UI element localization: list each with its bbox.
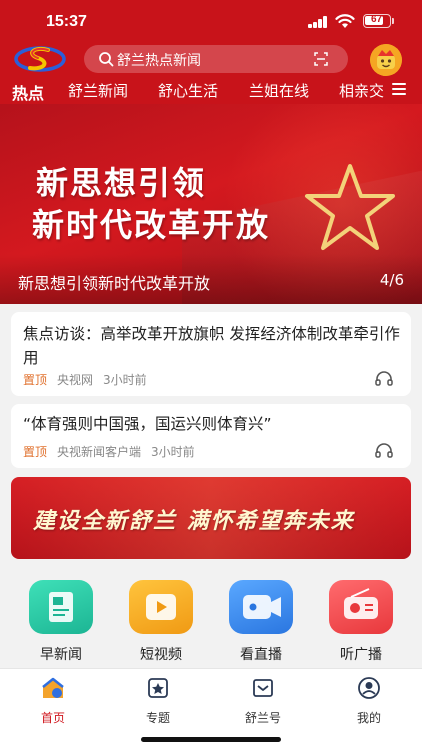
banner-page-indicator: 4/6: [379, 271, 404, 289]
category-tabs: 热点 舒兰新闻 舒心生活 兰姐在线 相亲交: [0, 78, 422, 104]
tab-shuxin-life[interactable]: 舒心生活: [158, 80, 218, 101]
news-source: 央视网: [57, 373, 94, 387]
news-card[interactable]: “体育强则中国强，国运兴则体育兴” 置顶 央视新闻客户端 3小时前: [11, 404, 411, 468]
menu-icon[interactable]: [392, 83, 406, 95]
nav-label: 我的: [356, 711, 381, 725]
nav-label: 首页: [40, 711, 65, 725]
radio-icon: [329, 580, 393, 634]
user-avatar[interactable]: [370, 44, 402, 76]
status-bar: 15:37 67: [0, 0, 422, 42]
battery-level: 67: [370, 14, 383, 25]
header: 15:37 67 舒兰热点新闻 热点 舒兰新闻 舒心生活 兰姐在线 相亲交: [0, 0, 422, 104]
news-source: 央视新闻客户端: [57, 445, 142, 459]
tab-lanjie-online[interactable]: 兰姐在线: [249, 80, 309, 101]
news-time: 3小时前: [151, 445, 195, 459]
news-title: “体育强则中国强，国运兴则体育兴”: [23, 415, 272, 433]
search-placeholder: 舒兰热点新闻: [117, 53, 201, 69]
nav-label: 舒兰号: [244, 711, 281, 725]
scan-icon[interactable]: [314, 52, 328, 66]
nav-topics[interactable]: 专题: [123, 675, 193, 726]
star-icon: [305, 164, 395, 250]
pinned-badge: 置顶: [23, 445, 48, 459]
banner-carousel[interactable]: 新思想引领 新时代改革开放 新思想引领新时代改革开放 4/6: [0, 104, 422, 304]
news-icon: [29, 580, 93, 634]
quick-actions: 早新闻 短视频 看直播 听广播: [0, 562, 422, 668]
quick-action-label: 看直播: [240, 647, 282, 663]
quick-action-live[interactable]: 看直播: [228, 580, 294, 664]
tab-hot[interactable]: 热点: [12, 80, 44, 104]
tab-shulan-news[interactable]: 舒兰新闻: [68, 80, 128, 101]
quick-action-label: 短视频: [140, 647, 182, 663]
wifi-icon: [335, 14, 355, 28]
promo-banner[interactable]: 建设全新舒兰 满怀希望奔未来: [11, 477, 411, 559]
cellular-signal-icon: [308, 16, 328, 28]
topic-icon: [148, 678, 168, 698]
headphones-icon[interactable]: [375, 442, 393, 458]
nav-home[interactable]: 首页: [18, 675, 88, 726]
account-icon: [253, 679, 273, 697]
quick-action-label: 听广播: [340, 647, 382, 663]
news-card[interactable]: 焦点访谈：高举改革开放旗帜 发挥经济体制改革牵引作用 置顶 央视网 3小时前: [11, 312, 411, 396]
profile-icon: [358, 677, 380, 699]
news-meta: 置顶 央视新闻客户端 3小时前: [23, 443, 195, 460]
news-meta: 置顶 央视网 3小时前: [23, 371, 147, 388]
search-icon: [99, 52, 114, 67]
news-time: 3小时前: [103, 373, 147, 387]
app-logo-icon[interactable]: [14, 44, 66, 74]
status-time: 15:37: [46, 13, 87, 30]
headphones-icon[interactable]: [375, 370, 393, 386]
nav-label: 专题: [145, 711, 170, 725]
home-indicator: [141, 737, 281, 742]
quick-action-label: 早新闻: [40, 647, 82, 663]
search-bar[interactable]: 舒兰热点新闻: [84, 45, 348, 73]
quick-action-short-video[interactable]: 短视频: [128, 580, 194, 664]
avatar-face-icon: [370, 44, 402, 76]
battery-tip: [392, 18, 394, 24]
news-title: 焦点访谈：高举改革开放旗帜 发挥经济体制改革牵引作用: [23, 325, 400, 367]
banner-headline-1: 新思想引领: [36, 164, 207, 202]
quick-action-morning-news[interactable]: 早新闻: [28, 580, 94, 664]
battery-icon: 67: [363, 14, 391, 28]
promo-text: 建设全新舒兰 满怀希望奔未来: [33, 509, 355, 534]
banner-caption: 新思想引领新时代改革开放: [18, 274, 211, 293]
nav-shulan-account[interactable]: 舒兰号: [228, 675, 298, 726]
tab-dating[interactable]: 相亲交: [339, 80, 389, 101]
live-icon: [229, 580, 293, 634]
banner-headline-2: 新时代改革开放: [32, 206, 271, 244]
pinned-badge: 置顶: [23, 373, 48, 387]
home-icon: [42, 677, 64, 698]
nav-profile[interactable]: 我的: [334, 675, 404, 726]
quick-action-radio[interactable]: 听广播: [328, 580, 394, 664]
video-icon: [129, 580, 193, 634]
